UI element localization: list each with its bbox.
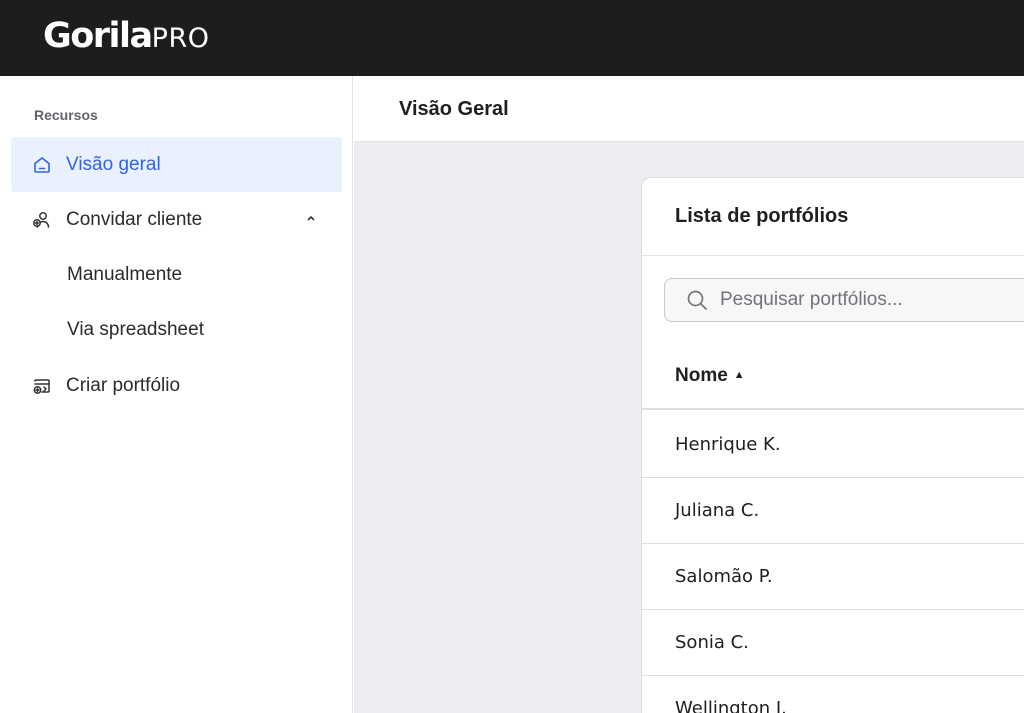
sort-ascending-icon: ▲ [733, 369, 745, 381]
portfolio-name: Wellington I. [675, 698, 787, 713]
page-header: Visão Geral [354, 76, 1024, 142]
page-title: Visão Geral [399, 98, 509, 120]
search-icon [686, 289, 708, 311]
sidebar-item-criar-portfolio[interactable]: Criar portfólio [11, 358, 342, 413]
sidebar-item-visao-geral[interactable]: Visão geral [11, 137, 342, 192]
table-row[interactable]: Henrique K. [642, 412, 1024, 478]
logo-brand: Gorila [43, 16, 153, 56]
sidebar-subitem-manualmente[interactable]: Manualmente [11, 247, 342, 302]
column-header-label: Nome [675, 365, 728, 386]
table-row[interactable]: Sonia C. [642, 610, 1024, 676]
home-icon [32, 155, 52, 175]
table-header: Nome ▲ [642, 343, 1024, 410]
sidebar-item-convidar-cliente[interactable]: Convidar cliente [11, 192, 342, 247]
sidebar-item-label: Visão geral [66, 153, 161, 175]
table-row[interactable]: Juliana C. [642, 478, 1024, 544]
search-box[interactable] [664, 278, 1024, 322]
portfolio-name: Salomão P. [675, 566, 773, 587]
card-divider [642, 255, 1024, 256]
top-bar: GorilaPRO [0, 0, 1024, 76]
sidebar-item-label: Convidar cliente [66, 208, 203, 230]
column-header-nome[interactable]: Nome ▲ [675, 365, 745, 387]
sidebar-section-label: Recursos [34, 107, 98, 123]
portfolio-name: Juliana C. [675, 500, 760, 521]
sidebar: Recursos Visão geral Convidar cliente Ma… [0, 76, 353, 713]
sidebar-subitem-via-spreadsheet[interactable]: Via spreadsheet [11, 302, 342, 357]
portfolio-name: Sonia C. [675, 632, 749, 653]
sidebar-item-label: Via spreadsheet [67, 318, 204, 340]
portfolio-list-card: Lista de portfólios Nome ▲ Henrique K. Ju… [641, 177, 1024, 713]
invite-user-icon [32, 210, 52, 230]
table-row[interactable]: Wellington I. [642, 676, 1024, 713]
card-title: Lista de portfólios [675, 205, 849, 227]
search-input[interactable] [720, 289, 1024, 311]
sidebar-item-label: Manualmente [67, 263, 183, 285]
logo-suffix: PRO [151, 23, 210, 54]
main-content: Lista de portfólios Nome ▲ Henrique K. Ju… [354, 142, 1024, 713]
table-row[interactable]: Salomão P. [642, 544, 1024, 610]
sidebar-item-label: Criar portfólio [66, 374, 181, 396]
portfolio-name: Henrique K. [675, 434, 781, 455]
app-logo[interactable]: GorilaPRO [43, 16, 209, 56]
chevron-up-icon[interactable] [304, 209, 318, 223]
create-portfolio-icon [32, 376, 52, 396]
